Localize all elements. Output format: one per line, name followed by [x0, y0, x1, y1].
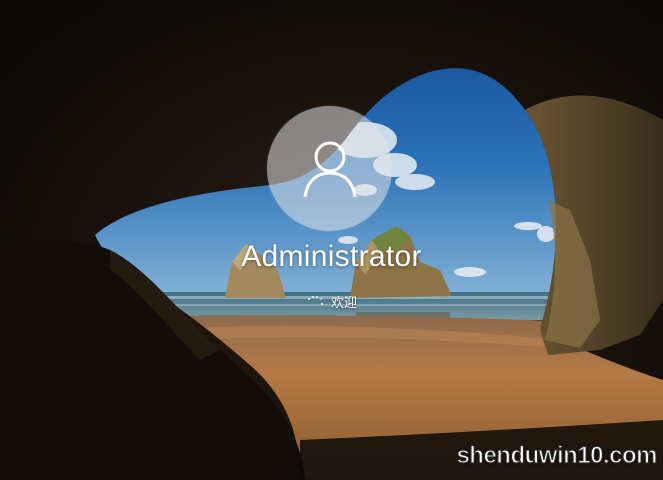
welcome-message: 欢迎	[330, 296, 357, 311]
user-avatar[interactable]	[267, 106, 392, 231]
welcome-status: 欢迎	[0, 292, 663, 311]
user-icon	[303, 141, 356, 197]
username-label: Administrator	[241, 240, 422, 273]
loading-dots-icon	[306, 295, 326, 309]
watermark: shenduwin10.com	[456, 441, 658, 469]
